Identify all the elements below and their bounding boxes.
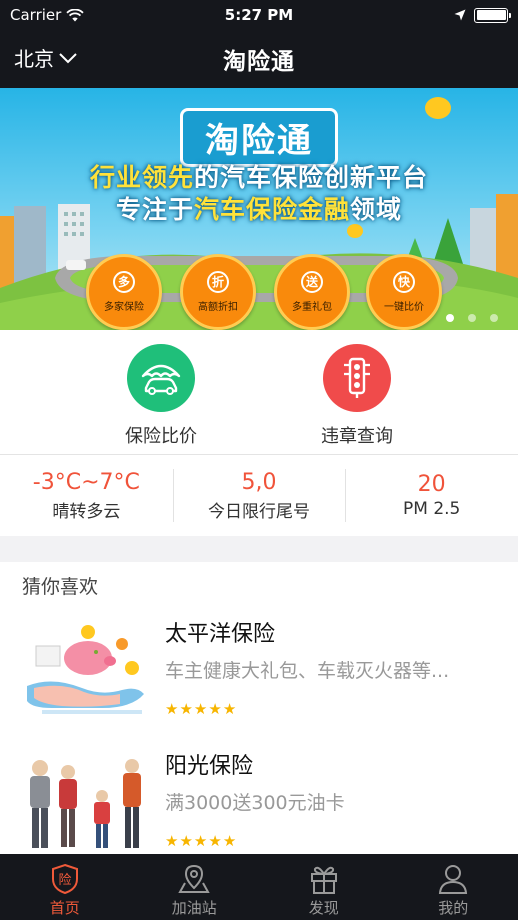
tab-gas-station[interactable]: 加油站 [130, 854, 260, 920]
plate-label: 今日限行尾号 [208, 501, 310, 522]
nav-bar: 北京 淘险通 [0, 30, 518, 88]
carousel-dot-3[interactable] [490, 314, 498, 322]
status-right [454, 7, 511, 23]
tab-discover[interactable]: 发现 [259, 854, 389, 920]
city-selector[interactable]: 北京 [14, 43, 78, 72]
feature-char: 折 [207, 271, 229, 293]
pm25-value: 20 [417, 472, 446, 497]
star-icon: ★ [193, 700, 208, 718]
traffic-light-icon [323, 344, 391, 412]
family-image [30, 759, 141, 848]
rating-stars: ★ ★ ★ ★ ★ [165, 702, 236, 717]
banner-slogan-1: 行业领先的汽车保险创新平台 [0, 158, 518, 194]
quick-actions: 保险比价 违章查询 [0, 330, 518, 454]
banner-feature-fast: 快一键比价 [366, 254, 442, 330]
item-desc: 满3000送300元油卡 [165, 792, 345, 814]
star-icon: ★ [165, 700, 179, 718]
feature-label: 一键比价 [384, 302, 424, 313]
carousel-dot-1[interactable] [446, 314, 454, 322]
star-icon: ★ [179, 832, 193, 850]
item-name: 太平洋保险 [165, 622, 276, 647]
battery-icon [474, 7, 511, 23]
gift-icon [306, 862, 342, 896]
list-item[interactable]: 阳光保险 满3000送300元油卡 ★ ★ ★ ★ ★ [0, 748, 518, 854]
star-icon: ★ [222, 832, 237, 850]
star-icon: ★ [165, 832, 179, 850]
tab-home[interactable]: 险 首页 [0, 854, 130, 920]
status-time: 5:27 PM [224, 6, 294, 24]
tab-label: 加油站 [171, 899, 217, 917]
piggy-bank-hand-image [27, 625, 144, 714]
carousel-dots [446, 314, 498, 322]
status-bar: Carrier 5:27 PM [0, 0, 518, 30]
banner-feature-multi: 多多家保险 [86, 254, 162, 330]
page-title: 淘险通 [223, 49, 295, 75]
star-icon: ★ [208, 700, 222, 718]
info-strip: -3°C~7°C 晴转多云 5,0 今日限行尾号 20 PM 2.5 [0, 454, 518, 536]
pm25-label: PM 2.5 [403, 499, 461, 519]
banner-slogan-1-highlight: 行业领先 [89, 163, 194, 192]
tab-label: 我的 [438, 899, 469, 917]
banner-feature-discount: 折高额折扣 [180, 254, 256, 330]
city-label: 北京 [14, 47, 54, 71]
banner-feature-gift: 送多重礼包 [274, 254, 350, 330]
feature-label: 多家保险 [104, 302, 144, 313]
wifi-icon [66, 8, 84, 21]
tab-label: 发现 [308, 899, 339, 917]
top-bar: Carrier 5:27 PM 北京 淘险通 [0, 0, 518, 88]
feature-label: 多重礼包 [292, 302, 332, 313]
tab-mine[interactable]: 我的 [389, 854, 518, 920]
shield-home-icon: 险 [47, 862, 83, 896]
feature-char: 快 [393, 271, 415, 293]
user-icon [435, 862, 471, 896]
tab-bar: 险 首页 加油站 发现 我的 [0, 854, 518, 920]
rating-stars: ★ ★ ★ ★ ★ [165, 834, 236, 849]
weather-temp: -3°C~7°C [32, 469, 140, 495]
list-item[interactable]: 太平洋保险 车主健康大礼包、车载灭火器等... ★ ★ ★ ★ ★ [0, 616, 518, 738]
umbrella-car-icon [127, 344, 195, 412]
feature-label: 高额折扣 [198, 302, 238, 313]
plate-numbers: 5,0 [241, 469, 277, 495]
banner-slogan-2: 专注于汽车保险金融领域 [0, 190, 518, 226]
chevron-down-icon [59, 52, 77, 63]
svg-text:险: 险 [58, 873, 71, 888]
item-name: 阳光保险 [165, 754, 254, 779]
insurance-compare-button[interactable]: 保险比价 [86, 344, 236, 448]
star-icon: ★ [193, 832, 208, 850]
star-icon: ★ [179, 700, 193, 718]
pm25-info: 20 PM 2.5 [345, 455, 518, 536]
violation-query-button[interactable]: 违章查询 [282, 344, 432, 448]
carousel-dot-2[interactable] [468, 314, 476, 322]
carrier-label: Carrier [10, 6, 62, 24]
plate-restriction-info: 5,0 今日限行尾号 [172, 455, 346, 536]
insurance-compare-label: 保险比价 [125, 426, 197, 447]
tab-label: 首页 [49, 899, 80, 917]
banner-slogan-2-end: 领域 [350, 195, 403, 224]
feature-char: 送 [301, 271, 323, 293]
banner-slogan-2-highlight: 汽车保险金融 [193, 195, 350, 224]
weather-desc: 晴转多云 [52, 501, 121, 522]
status-left: Carrier [10, 6, 84, 24]
location-arrow-icon [454, 9, 466, 21]
star-icon: ★ [208, 832, 222, 850]
recommend-section: 猜你喜欢 太平洋保险 车主健康大礼包、车载灭火器等... ★ ★ ★ ★ ★ 阳… [0, 562, 518, 854]
map-pin-icon [176, 862, 212, 896]
weather-info: -3°C~7°C 晴转多云 [0, 455, 173, 536]
item-desc: 车主健康大礼包、车载灭火器等... [165, 660, 450, 682]
section-title: 猜你喜欢 [22, 576, 99, 598]
feature-char: 多 [113, 271, 135, 293]
banner-slogan-2-start: 专注于 [115, 195, 194, 224]
promo-banner[interactable]: 淘险通 行业领先的汽车保险创新平台 专注于汽车保险金融领域 多多家保险 折高额折… [0, 88, 518, 330]
violation-query-label: 违章查询 [321, 426, 393, 447]
banner-slogan-1-rest: 的汽车保险创新平台 [194, 163, 429, 192]
star-icon: ★ [222, 700, 237, 718]
